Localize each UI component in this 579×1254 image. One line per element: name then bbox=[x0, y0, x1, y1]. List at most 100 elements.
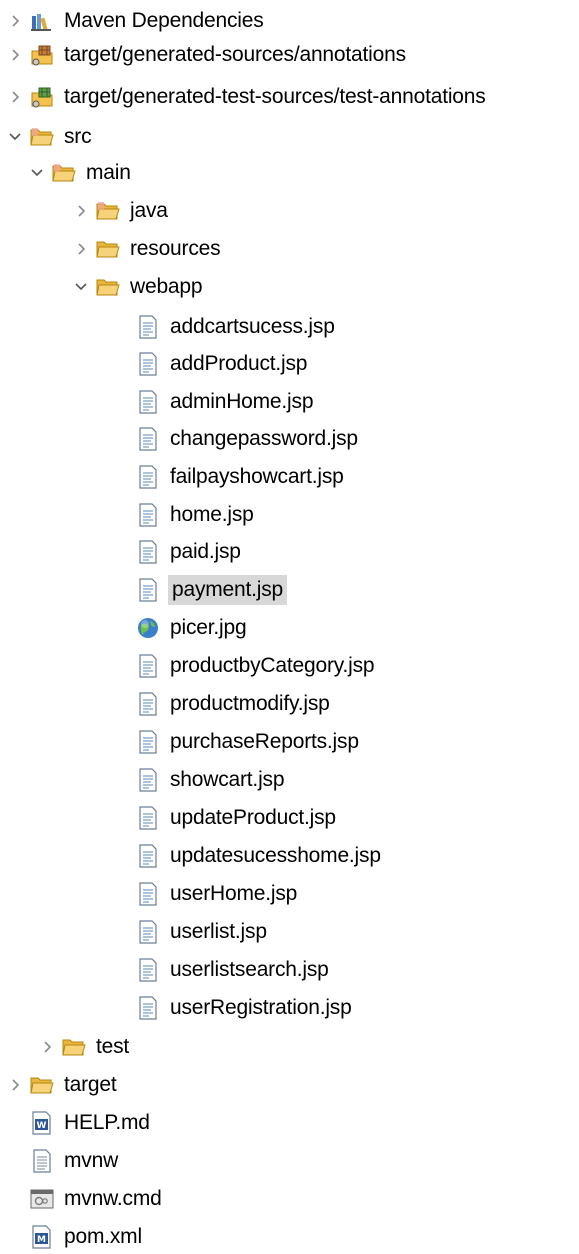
tree-item-generated-sources[interactable]: target/generated-sources/annotations bbox=[8, 38, 408, 72]
chevron-down-icon[interactable] bbox=[8, 127, 22, 147]
tree-item-label: webapp bbox=[130, 275, 203, 298]
folder-icon bbox=[62, 1035, 86, 1059]
svg-text:W: W bbox=[37, 1121, 47, 1131]
tree-item-file[interactable]: failpayshowcart.jsp bbox=[114, 460, 346, 494]
tree-item-label: userlist.jsp bbox=[170, 920, 267, 943]
tree-item-label: src bbox=[64, 125, 92, 148]
source-folder-icon bbox=[30, 125, 54, 149]
tree-item-file[interactable]: userlistsearch.jsp bbox=[114, 953, 331, 987]
tree-item-label: picer.jpg bbox=[170, 616, 247, 639]
tree-item-label: target bbox=[64, 1073, 117, 1096]
tree-item-file[interactable]: updateProduct.jsp bbox=[114, 801, 338, 835]
tree-item-label: target/generated-sources/annotations bbox=[64, 43, 406, 66]
jsp-file-icon bbox=[136, 806, 160, 830]
word-file-icon: W bbox=[30, 1111, 54, 1135]
tree-item-file[interactable]: changepassword.jsp bbox=[114, 422, 360, 456]
tree-item-maven-dependencies[interactable]: Maven Dependencies bbox=[8, 4, 266, 38]
tree-item-file[interactable]: mvnw.cmd bbox=[8, 1182, 164, 1216]
package-folder-icon bbox=[30, 43, 54, 67]
jsp-file-icon bbox=[136, 540, 160, 564]
tree-item-label: payment.jsp bbox=[168, 575, 288, 605]
tree-item-file[interactable]: home.jsp bbox=[114, 498, 256, 532]
package-folder-icon bbox=[30, 85, 54, 109]
tree-item-file[interactable]: productbyCategory.jsp bbox=[114, 649, 376, 683]
tree-item-label: addProduct.jsp bbox=[170, 352, 308, 375]
tree-item-label: mvnw bbox=[64, 1149, 119, 1172]
tree-item-file[interactable]: picer.jpg bbox=[114, 611, 248, 645]
tree-item-src[interactable]: src bbox=[8, 120, 93, 154]
tree-item-target[interactable]: target bbox=[8, 1068, 119, 1102]
tree-item-label: addcartsucess.jsp bbox=[170, 315, 335, 338]
svg-text:M: M bbox=[37, 1235, 46, 1245]
tree-item-file[interactable]: addcartsucess.jsp bbox=[114, 310, 337, 344]
tree-item-file[interactable]: adminHome.jsp bbox=[114, 385, 315, 419]
jsp-file-icon bbox=[136, 315, 160, 339]
jsp-file-icon bbox=[136, 654, 160, 678]
tree-item-webapp[interactable]: webapp bbox=[74, 270, 204, 304]
tree-item-file[interactable]: W HELP.md bbox=[8, 1106, 152, 1140]
chevron-down-icon[interactable] bbox=[74, 277, 88, 297]
maven-file-icon: M bbox=[30, 1225, 54, 1249]
chevron-right-icon[interactable] bbox=[40, 1037, 54, 1057]
jsp-file-icon bbox=[136, 882, 160, 906]
folder-open-icon bbox=[96, 275, 120, 299]
chevron-right-icon[interactable] bbox=[74, 201, 88, 221]
tree-item-file[interactable]: addProduct.jsp bbox=[114, 347, 309, 381]
tree-item-file[interactable]: M pom.xml bbox=[8, 1220, 144, 1254]
chevron-right-icon[interactable] bbox=[8, 1075, 22, 1095]
tree-item-label: productbyCategory.jsp bbox=[170, 654, 375, 677]
jsp-file-icon bbox=[136, 427, 160, 451]
jsp-file-icon bbox=[136, 352, 160, 376]
tree-item-test[interactable]: test bbox=[40, 1030, 131, 1064]
tree-item-label: updateProduct.jsp bbox=[170, 806, 336, 829]
tree-item-label: paid.jsp bbox=[170, 540, 241, 563]
source-folder-icon bbox=[96, 199, 120, 223]
tree-item-label: purchaseReports.jsp bbox=[170, 730, 359, 753]
globe-image-icon bbox=[136, 616, 160, 640]
jsp-file-icon bbox=[136, 503, 160, 527]
tree-item-label: pom.xml bbox=[64, 1225, 142, 1248]
jsp-file-icon bbox=[136, 465, 160, 489]
source-folder-icon bbox=[52, 161, 76, 185]
project-explorer-tree: Maven Dependencies target/generated-sour… bbox=[0, 0, 579, 1252]
tree-item-generated-test-sources[interactable]: target/generated-test-sources/test-annot… bbox=[8, 80, 488, 114]
tree-item-label: showcart.jsp bbox=[170, 768, 285, 791]
tree-item-resources[interactable]: resources bbox=[74, 232, 222, 266]
tree-item-label: userlistsearch.jsp bbox=[170, 958, 329, 981]
tree-item-label: mvnw.cmd bbox=[64, 1187, 162, 1210]
tree-item-label: home.jsp bbox=[170, 503, 254, 526]
jsp-file-icon bbox=[136, 692, 160, 716]
tree-item-label: java bbox=[130, 199, 168, 222]
tree-item-label: adminHome.jsp bbox=[170, 390, 314, 413]
jsp-file-icon bbox=[136, 920, 160, 944]
tree-item-label: target/generated-test-sources/test-annot… bbox=[64, 85, 486, 108]
cmd-file-icon bbox=[30, 1187, 54, 1211]
tree-item-label: Maven Dependencies bbox=[64, 9, 264, 32]
text-file-icon bbox=[30, 1149, 54, 1173]
tree-item-label: productmodify.jsp bbox=[170, 692, 330, 715]
tree-item-file[interactable]: userRegistration.jsp bbox=[114, 991, 354, 1025]
tree-item-file[interactable]: purchaseReports.jsp bbox=[114, 725, 361, 759]
chevron-down-icon[interactable] bbox=[30, 163, 44, 183]
chevron-right-icon[interactable] bbox=[8, 87, 22, 107]
tree-item-file[interactable]: mvnw bbox=[8, 1144, 120, 1178]
tree-item-file[interactable]: updatesucesshome.jsp bbox=[114, 839, 383, 873]
chevron-right-icon[interactable] bbox=[8, 45, 22, 65]
tree-item-file[interactable]: showcart.jsp bbox=[114, 763, 286, 797]
tree-item-file[interactable]: userHome.jsp bbox=[114, 877, 299, 911]
tree-item-file[interactable]: userlist.jsp bbox=[114, 915, 269, 949]
tree-item-file-selected[interactable]: payment.jsp bbox=[114, 573, 288, 607]
tree-item-file[interactable]: productmodify.jsp bbox=[114, 687, 332, 721]
jsp-file-icon bbox=[136, 390, 160, 414]
tree-item-label: userHome.jsp bbox=[170, 882, 298, 905]
tree-item-main[interactable]: main bbox=[30, 156, 133, 190]
tree-item-java[interactable]: java bbox=[74, 194, 170, 228]
chevron-right-icon[interactable] bbox=[74, 239, 88, 259]
tree-item-label: HELP.md bbox=[64, 1111, 150, 1134]
jsp-file-icon bbox=[136, 996, 160, 1020]
tree-item-label: failpayshowcart.jsp bbox=[170, 465, 344, 488]
tree-item-label: test bbox=[96, 1035, 130, 1058]
chevron-right-icon[interactable] bbox=[8, 11, 22, 31]
tree-item-label: main bbox=[86, 161, 131, 184]
tree-item-file[interactable]: paid.jsp bbox=[114, 535, 243, 569]
